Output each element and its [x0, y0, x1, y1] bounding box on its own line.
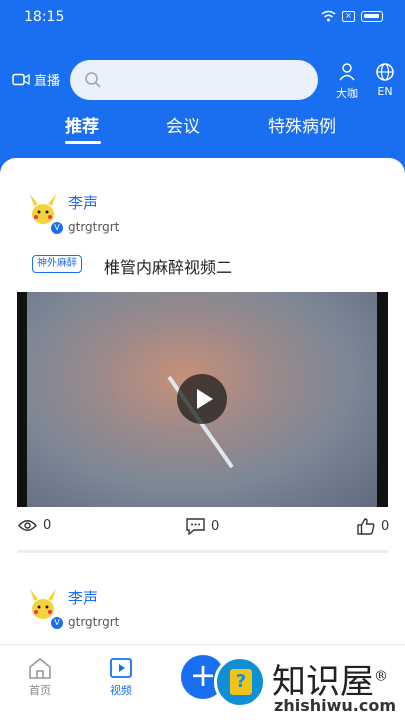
verified-badge: V: [51, 222, 63, 234]
battery-icon: [361, 10, 383, 22]
comments-count: 0: [211, 519, 220, 534]
likes-stat[interactable]: 0: [357, 518, 389, 535]
active-tab-indicator: [65, 141, 101, 144]
video-icon: [110, 658, 132, 678]
live-button[interactable]: 直播: [12, 70, 60, 89]
feed: V 李声 gtrgtrgrt 神外麻醉 椎管内麻醉视频二 0 0 0 V 李声 …: [0, 158, 405, 644]
globe-icon: [376, 63, 394, 81]
views-stat: 0: [18, 518, 51, 533]
post-stats: 0 0 0: [0, 518, 405, 542]
comments-stat[interactable]: 0: [186, 518, 219, 535]
sim-icon: ×: [342, 10, 355, 22]
language-button[interactable]: EN: [372, 62, 398, 98]
likes-count: 0: [381, 519, 390, 534]
search-input[interactable]: [70, 60, 318, 100]
person-icon: [339, 63, 355, 81]
live-label: 直播: [34, 74, 61, 89]
top-header: 18:15 × 直播 大咖 EN 推荐 会议 特殊病例: [0, 0, 405, 170]
expert-label: 大咖: [336, 87, 358, 100]
category-tag[interactable]: 神外麻醉: [32, 255, 82, 273]
play-button[interactable]: [177, 374, 227, 424]
tab-meetings[interactable]: 会议: [166, 112, 200, 137]
author-name[interactable]: 李声: [68, 587, 98, 608]
author-handle: gtrgtrgrt: [68, 615, 120, 629]
video-player[interactable]: [17, 292, 388, 507]
verified-badge: V: [51, 617, 63, 629]
wifi-icon: [321, 10, 336, 22]
tab-special-cases[interactable]: 特殊病例: [268, 112, 336, 137]
camera-icon: [12, 73, 30, 86]
search-icon: [85, 72, 101, 88]
expert-button[interactable]: 大咖: [332, 62, 362, 101]
thumbs-up-icon: [357, 518, 375, 535]
status-bar: 18:15 ×: [0, 0, 405, 36]
watermark-logo-icon: ?: [214, 656, 266, 708]
author-handle: gtrgtrgrt: [68, 220, 120, 234]
comment-icon: [186, 518, 205, 535]
views-count: 0: [43, 518, 52, 533]
nav-video-label: 视频: [110, 684, 132, 697]
post-divider: [17, 550, 388, 553]
status-icons: ×: [321, 10, 383, 22]
tab-recommend[interactable]: 推荐: [65, 112, 99, 137]
language-label: EN: [377, 85, 393, 98]
watermark-logo-mark: ?: [230, 669, 252, 695]
category-tabs: 推荐 会议 特殊病例: [0, 112, 405, 148]
eye-icon: [18, 520, 37, 531]
watermark: ? 知识屋® zhishiwu.com: [210, 652, 405, 720]
status-time: 18:15: [24, 9, 65, 25]
nav-home[interactable]: 首页: [15, 657, 65, 698]
home-icon: [29, 657, 51, 679]
post-title[interactable]: 椎管内麻醉视频二: [104, 254, 232, 278]
author-name[interactable]: 李声: [68, 192, 98, 213]
nav-home-label: 首页: [29, 684, 51, 697]
watermark-subtitle: zhishiwu.com: [274, 696, 396, 715]
nav-video[interactable]: 视频: [96, 657, 146, 698]
